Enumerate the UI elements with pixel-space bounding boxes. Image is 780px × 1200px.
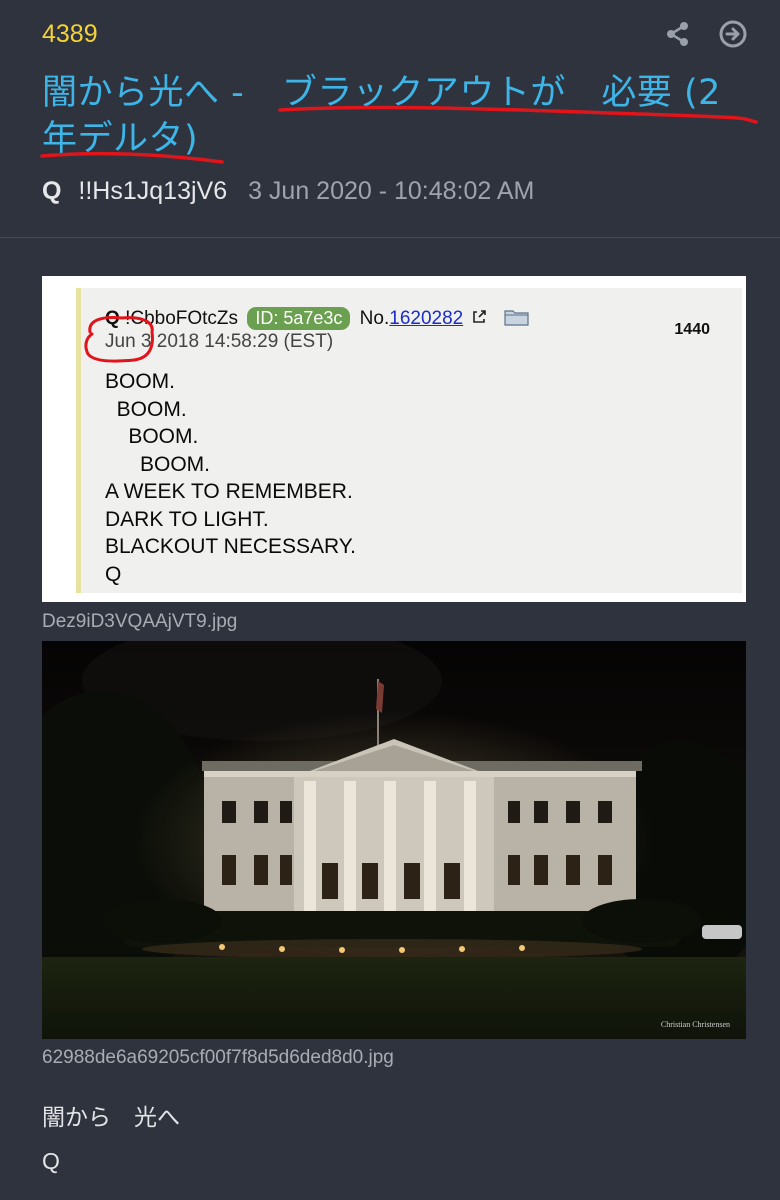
- author-line: Q !!Hs1Jq13jV6 3 Jun 2020 - 10:48:02 AM: [42, 177, 534, 206]
- quoted-post-header: Q !CbboFOtcZs ID: 5a7e3c No.1620282: [105, 307, 530, 330]
- external-link-icon: [472, 310, 486, 323]
- post-timestamp: 3 Jun 2020 - 10:48:02 AM: [248, 177, 535, 205]
- message-line-1: 闇から 光へ: [42, 1104, 180, 1130]
- post-no-prefix: No.: [359, 308, 390, 329]
- post-message: 闇から 光へ Q: [42, 1095, 180, 1183]
- share-icon[interactable]: [664, 20, 692, 48]
- id-badge: ID: 5a7e3c: [247, 307, 351, 330]
- quoted-date-rest: 2018 14:58:29 (EST): [151, 331, 334, 352]
- message-line-2: Q: [42, 1148, 60, 1174]
- author-name: Q: [42, 177, 62, 205]
- post-header: 4389 闇から光へ - ブラックアウトが 必要 (2 年デルタ) Q !!Hs…: [0, 0, 780, 238]
- quoted-post-link[interactable]: 1620282: [389, 308, 463, 329]
- quoted-post-date: Jun 3 2018 14:58:29 (EST): [105, 331, 333, 353]
- white-house-illustration: [42, 641, 746, 1039]
- quoted-post-count: 1440: [674, 321, 710, 338]
- attachment-filename-2[interactable]: 62988de6a69205cf00f7f8d5d6ded8d0.jpg: [42, 1047, 394, 1069]
- title-part-3: 年デルタ): [42, 119, 199, 159]
- white-house-night-photo[interactable]: Christian Christensen: [42, 641, 746, 1039]
- photo-credit: Christian Christensen: [660, 1020, 730, 1029]
- quoted-tripcode: !CbboFOtcZs: [125, 308, 239, 329]
- tripcode: !!Hs1Jq13jV6: [78, 177, 228, 205]
- attachment-filename-1[interactable]: Dez9iD3VQAAjVT9.jpg: [42, 611, 237, 633]
- arrow-right-circle-icon[interactable]: [719, 20, 747, 48]
- quoted-post-screenshot[interactable]: Q !CbboFOtcZs ID: 5a7e3c No.1620282 Jun …: [42, 276, 746, 602]
- folder-icon: [504, 310, 529, 326]
- quoted-post-card: Q !CbboFOtcZs ID: 5a7e3c No.1620282 Jun …: [76, 288, 742, 593]
- quoted-author-name: Q: [105, 308, 120, 329]
- quoted-date-highlight: Jun 3: [105, 331, 152, 352]
- post-number[interactable]: 4389: [42, 20, 98, 49]
- title-part-2: ブラックアウトが 必要 (2: [281, 73, 721, 113]
- post-title: 闇から光へ - ブラックアウトが 必要 (2 年デルタ): [42, 70, 762, 162]
- title-part-1: 闇から光へ -: [42, 73, 256, 113]
- quoted-post-body: BOOM. BOOM. BOOM. BOOM. A WEEK TO REMEMB…: [105, 370, 356, 586]
